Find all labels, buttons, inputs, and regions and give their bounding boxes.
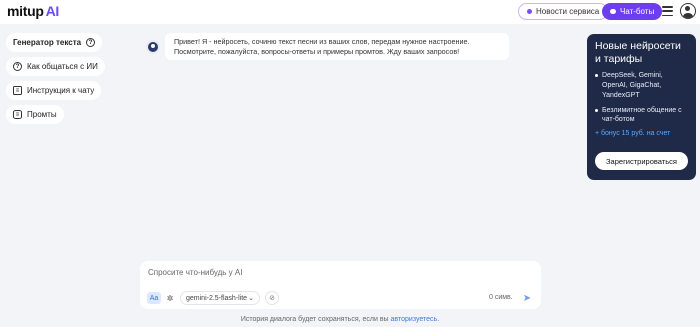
chatbots-button-label: Чат-боты xyxy=(620,7,655,16)
sidebar-item-label: Как общаться с ИИ xyxy=(27,62,98,71)
sidebar-item-prompts[interactable]: ≡ Промты xyxy=(6,105,64,124)
sidebar-item-text-generator[interactable]: Генератор текста ? xyxy=(6,33,103,52)
sidebar-item-label: Инструкция к чату xyxy=(27,86,95,95)
help-circle-icon[interactable]: ? xyxy=(86,38,96,47)
send-icon[interactable]: ➤ xyxy=(521,292,533,304)
promo-bullet: DeepSeek, Gemini, OpenAI, GigaChat, Yand… xyxy=(595,71,688,100)
sidebar-item-instructions[interactable]: ≡ Инструкция к чату xyxy=(6,81,102,100)
chevron-down-icon: ⌄ xyxy=(248,295,254,302)
footer-text: История диалога будет сохраняться, если … xyxy=(240,316,391,323)
menu-icon[interactable] xyxy=(662,6,673,16)
sidebar-item-how-to-talk[interactable]: ? Как общаться с ИИ xyxy=(6,57,105,76)
footer-note: История диалога будет сохраняться, если … xyxy=(0,316,680,323)
palette-icon[interactable]: ✲ xyxy=(164,292,176,304)
register-button[interactable]: Зарегистрироваться xyxy=(595,152,688,170)
database-icon: ≡ xyxy=(13,110,22,119)
promo-title: Новые нейросети и тарифы xyxy=(595,40,681,65)
logo[interactable]: mitup AI xyxy=(7,3,59,19)
chatbots-button[interactable]: Чат-боты xyxy=(602,3,663,20)
char-count: 0 симв. xyxy=(489,294,513,301)
bot-avatar-icon xyxy=(146,40,160,54)
promo-card: Новые нейросети и тарифы DeepSeek, Gemin… xyxy=(587,34,696,180)
help-circle-icon: ? xyxy=(13,62,22,71)
login-link[interactable]: авторизуетесь xyxy=(391,316,438,323)
user-avatar-icon[interactable] xyxy=(680,3,696,19)
news-button[interactable]: Новости сервиса xyxy=(518,3,609,20)
text-format-button[interactable]: Aa xyxy=(147,292,161,304)
document-icon: ≡ xyxy=(13,86,22,95)
model-select-value: gemini-2.5-flash-lite xyxy=(186,294,248,302)
news-dot-icon xyxy=(527,9,532,14)
promo-list: DeepSeek, Gemini, OpenAI, GigaChat, Yand… xyxy=(595,71,688,125)
promo-bullet: Безлимитное общение с чат-ботом xyxy=(595,106,688,126)
chat-composer: Спросите что-нибудь у AI Aa ✲ gemini-2.5… xyxy=(140,261,541,309)
sidebar-item-label: Промты xyxy=(27,110,57,119)
bot-message: Привет! Я - нейросеть, сочиню текст песн… xyxy=(165,33,509,60)
model-select[interactable]: gemini-2.5-flash-lite ⌄ xyxy=(180,291,260,305)
attach-icon[interactable]: ⊘ xyxy=(265,291,279,305)
chat-bubble-icon xyxy=(610,9,616,14)
footer-end: . xyxy=(437,316,440,323)
top-header: mitup AI Новости сервиса Чат-боты xyxy=(0,0,700,24)
news-button-label: Новости сервиса xyxy=(536,7,600,16)
sidebar-item-label: Генератор текста xyxy=(13,38,82,47)
promo-bonus: + бонус 15 руб. на счет xyxy=(595,130,671,138)
message-input[interactable]: Спросите что-нибудь у AI xyxy=(148,268,242,277)
